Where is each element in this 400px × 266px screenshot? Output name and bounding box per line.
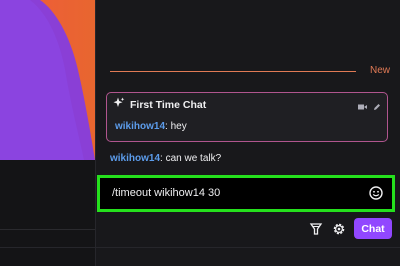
chat-message: wikihow14: can we talk? [110, 153, 221, 164]
video-icon[interactable] [358, 98, 367, 116]
chat-toolbar: Chat [96, 218, 400, 240]
new-messages-marker: New [110, 64, 390, 80]
chat-message-text: can we talk? [162, 153, 222, 164]
first-time-chat-header: First Time Chat [113, 97, 206, 113]
first-time-chat-tools [358, 98, 381, 116]
chat-input[interactable]: /timeout wikihow14 30 [112, 187, 220, 199]
gear-icon[interactable] [331, 221, 347, 237]
video-player[interactable] [0, 0, 95, 160]
cheer-icon[interactable] [308, 221, 324, 237]
chat-username[interactable]: wikihow14 [110, 153, 160, 164]
pencil-icon[interactable] [373, 98, 381, 116]
chat-panel: New First Time Chat wikihow14: hey wikih… [96, 0, 400, 266]
first-time-chat-card: First Time Chat wikihow14: hey [106, 92, 388, 142]
new-marker-line [110, 71, 356, 72]
first-time-chat-message: wikihow14: hey [115, 121, 187, 132]
video-frame [0, 0, 95, 160]
sparkle-icon [113, 96, 125, 114]
new-marker-label: New [369, 65, 390, 76]
video-info-area [0, 160, 95, 266]
chat-send-button[interactable]: Chat [354, 218, 392, 239]
emoji-icon[interactable] [368, 185, 384, 201]
bottom-divider [0, 247, 400, 248]
divider [0, 229, 95, 230]
chat-username[interactable]: wikihow14 [115, 121, 165, 132]
chat-message-text: hey [167, 121, 187, 132]
stream-page: New First Time Chat wikihow14: hey wikih… [0, 0, 400, 266]
chat-input-highlight: /timeout wikihow14 30 [97, 175, 395, 212]
first-time-chat-title: First Time Chat [130, 99, 207, 111]
